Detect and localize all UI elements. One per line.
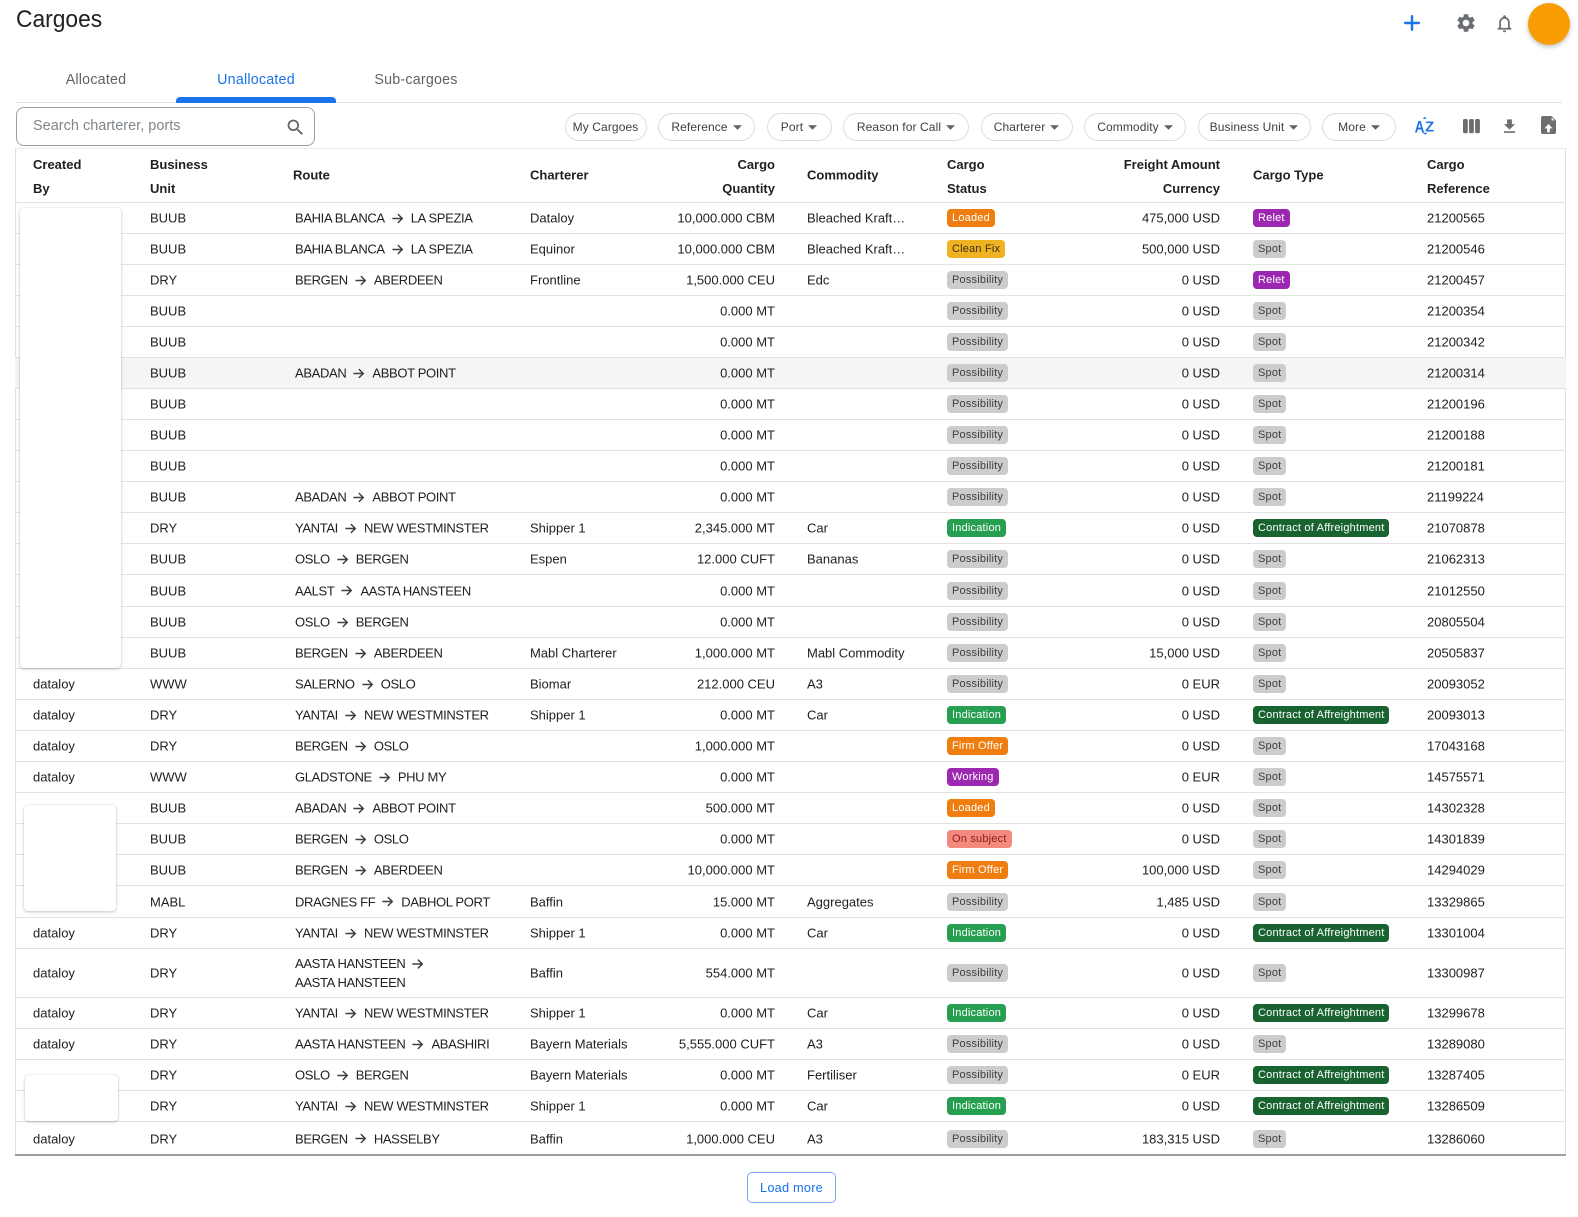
svg-text:A: A — [1415, 118, 1425, 136]
